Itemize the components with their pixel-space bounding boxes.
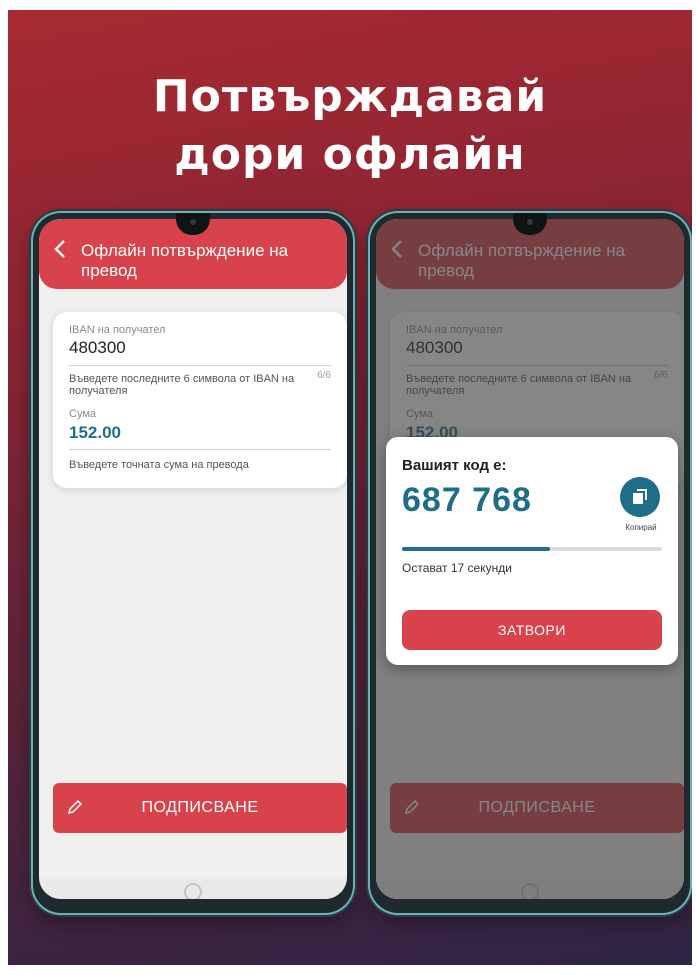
promo-poster: Потвърждавай дори офлайн Офлайн потвържд… xyxy=(8,10,692,965)
copy-icon xyxy=(633,489,647,504)
close-button[interactable]: ЗАТВОРИ xyxy=(402,610,662,650)
modal-title: Вашият код е: xyxy=(402,457,507,474)
timer-progress-fill xyxy=(402,547,551,551)
system-nav-bar xyxy=(39,879,347,899)
phone-right: Офлайн потвърждение на превод IBAN на по… xyxy=(370,213,690,913)
phone-screen: Офлайн потвърждение на превод IBAN на по… xyxy=(376,219,684,899)
transfer-form-card: IBAN на получател 480300 Въведете послед… xyxy=(53,312,347,488)
code-modal: Вашият код е: 687 768 Копирай Остават 17… xyxy=(386,437,678,665)
amount-divider xyxy=(69,449,331,450)
timer-text: Остават 17 секунди xyxy=(402,561,512,575)
camera-icon xyxy=(524,216,536,228)
headline-line-1: Потвърждавай xyxy=(152,71,548,122)
iban-input[interactable]: 480300 xyxy=(69,338,126,358)
iban-hint: Въведете последните 6 символа от IBAN на… xyxy=(69,373,295,397)
sign-button-label: ПОДПИСВАНЕ xyxy=(141,799,259,816)
iban-divider xyxy=(69,365,331,366)
amount-input[interactable]: 152.00 xyxy=(69,423,121,443)
confirmation-code: 687 768 xyxy=(402,481,532,519)
camera-icon xyxy=(187,216,199,228)
screen-title: Офлайн потвърждение на превод xyxy=(81,241,289,280)
iban-label: IBAN на получател xyxy=(69,324,166,336)
headline-line-2: дори офлайн xyxy=(174,129,526,180)
iban-counter: 6/6 xyxy=(317,370,331,381)
amount-hint: Въведете точната сума на превода xyxy=(69,459,249,471)
timer-progress xyxy=(402,547,662,551)
sign-button[interactable]: ПОДПИСВАНЕ xyxy=(53,783,347,833)
headline: Потвърждавай дори офлайн xyxy=(8,68,692,184)
copy-label: Копирай xyxy=(625,523,657,532)
chevron-left-icon[interactable] xyxy=(53,239,67,259)
home-button[interactable] xyxy=(184,883,202,899)
phone-screen: Офлайн потвърждение на превод IBAN на по… xyxy=(39,219,347,899)
copy-button[interactable] xyxy=(620,477,660,517)
amount-label: Сума xyxy=(69,408,97,420)
phone-left: Офлайн потвърждение на превод IBAN на по… xyxy=(33,213,353,913)
